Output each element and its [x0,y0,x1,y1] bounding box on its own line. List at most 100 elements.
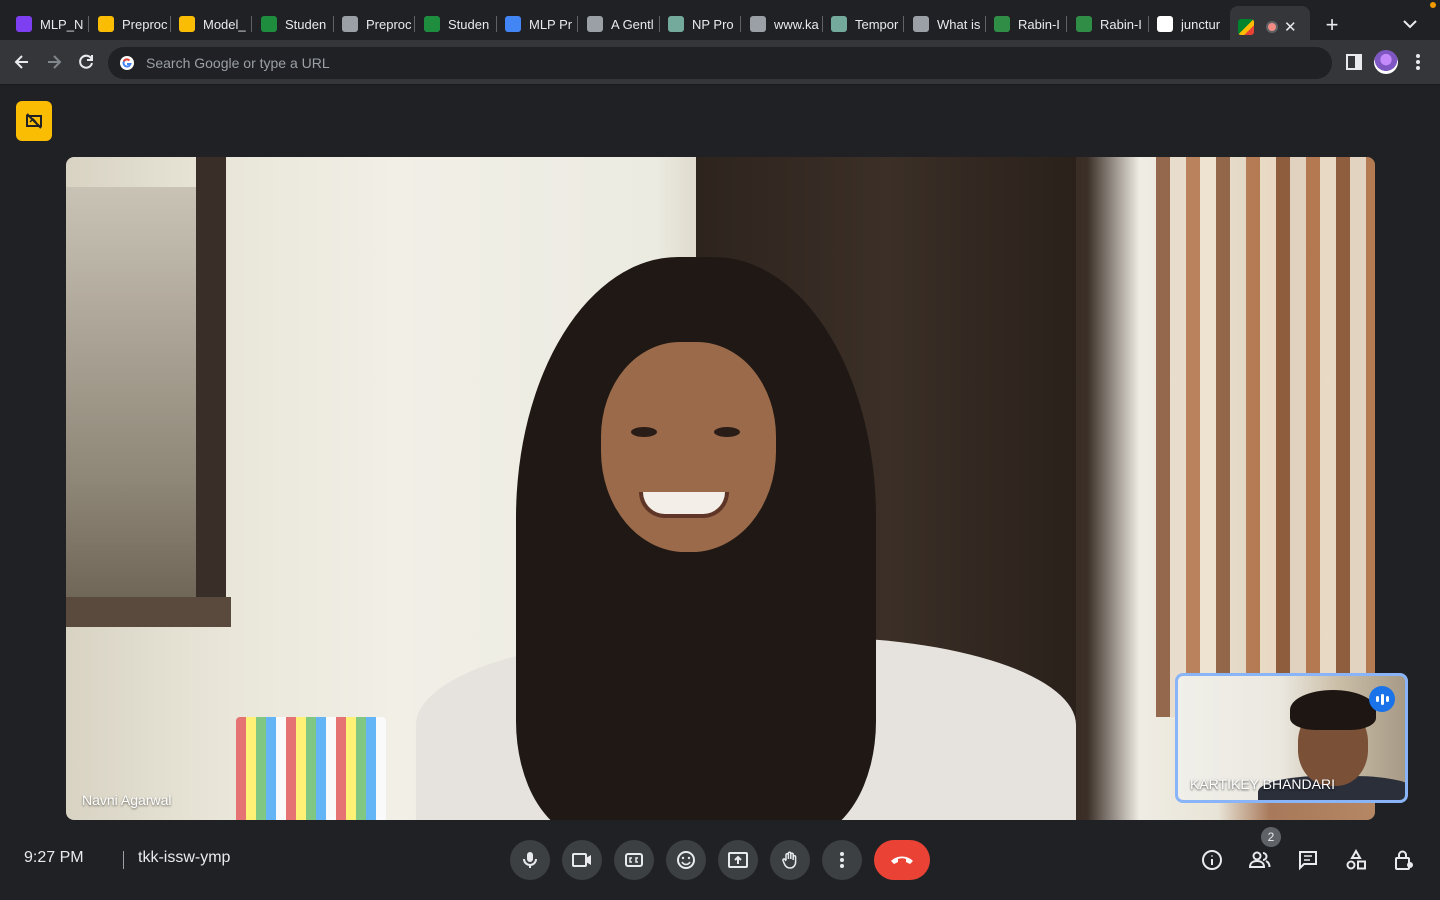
hand-icon [782,851,797,869]
tab-13[interactable]: Rabin-I [986,8,1064,40]
side-panel-icon [1346,54,1362,70]
tab-1[interactable]: MLP_N [8,8,86,40]
gfg-icon [1076,16,1092,32]
visual-effects-warning-button[interactable] [16,101,52,141]
tab-separator [903,16,904,32]
back-button[interactable] [10,50,34,74]
tab-14[interactable]: Rabin-I [1068,8,1146,40]
tab-search-button[interactable] [1398,12,1422,36]
gfg-icon [994,16,1010,32]
closed-captions-icon [625,853,643,867]
tab-5[interactable]: Preproc [334,8,412,40]
forms-icon [16,16,32,32]
update-indicator [1430,2,1436,8]
tab-7[interactable]: MLP Pr [497,8,575,40]
self-participant-name: KARTIKEY BHANDARI [1190,776,1335,792]
lock-person-icon [1395,850,1413,870]
tab-separator [1066,16,1067,32]
chevron-down-icon [1403,20,1417,29]
tab-title: www.ka [774,16,819,32]
tab-title: MLP Pr [529,16,573,32]
chatgpt-icon [831,16,847,32]
meet-call-view: Navni Agarwal KARTIKEY BHANDARI 9:27 PM … [0,85,1440,900]
present-screen-button[interactable] [718,840,758,880]
new-tab-button[interactable]: + [1318,12,1346,40]
side-panel-button[interactable] [1342,50,1366,74]
google-drive-icon [179,16,195,32]
self-view-tile[interactable]: KARTIKEY BHANDARI [1175,673,1408,803]
chat-button[interactable] [1296,848,1320,872]
tab-title: Studen [285,16,327,32]
video-scene-mirror-frame [196,157,226,617]
close-tab-icon[interactable]: ✕ [1284,18,1297,36]
meeting-clock: 9:27 PM [24,849,84,866]
tab-2[interactable]: Preproc [90,8,168,40]
reload-icon [79,54,93,69]
microphone-button[interactable] [510,840,550,880]
info-icon [1202,850,1222,870]
tab-title: junctur [1181,16,1221,32]
captions-button[interactable] [614,840,654,880]
activities-button[interactable] [1344,848,1368,872]
participant-smile [639,492,729,518]
kaggle-icon [750,16,766,32]
network-icon [913,16,929,32]
meeting-code: tkk-issw-ymp [138,849,231,866]
people-icon [1248,851,1271,868]
tab-3[interactable]: Model_ [171,8,249,40]
globe-icon [424,16,440,32]
tab-9[interactable]: NP Pro [660,8,738,40]
emoji-icon [677,851,695,869]
camera-button[interactable] [562,840,602,880]
tab-6[interactable]: Studen [416,8,494,40]
chat-icon [1299,851,1317,871]
participant-count-badge: 2 [1261,827,1281,847]
tab-10[interactable]: www.ka [742,8,820,40]
google-drive-icon [98,16,114,32]
tab-title: Preproc [122,16,168,32]
reactions-button[interactable] [666,840,706,880]
google-icon [120,56,134,70]
tab-title: NP Pro [692,16,734,32]
participant-face [601,342,776,552]
people-button[interactable] [1248,848,1272,872]
video-scene-bag [236,717,386,820]
globe-icon [261,16,277,32]
tab-12[interactable]: What is [905,8,983,40]
video-scene-shelf [66,597,231,627]
video-scene-curtain [1156,157,1375,717]
speaking-indicator-icon [1369,686,1395,712]
omnibox-placeholder: Search Google or type a URL [146,55,330,71]
tab-15[interactable]: junctur [1149,8,1227,40]
browser-menu-button[interactable] [1406,50,1430,74]
tab-4[interactable]: Studen [253,8,331,40]
hang-up-icon [891,856,913,864]
meeting-details-button[interactable] [1200,848,1224,872]
tab-8[interactable]: A Gentl [579,8,657,40]
more-options-button[interactable] [822,840,862,880]
self-hair [1290,690,1376,730]
no-video-effects-icon [26,113,42,129]
tab-separator [88,16,89,32]
kebab-menu-icon [1416,54,1420,70]
forward-button[interactable] [42,50,66,74]
main-participant-name: Navni Agarwal [82,792,172,808]
microphone-icon [523,852,537,868]
tab-separator [740,16,741,32]
shapes-icon [1346,849,1366,870]
recording-icon [1266,21,1278,33]
globe-icon [587,16,603,32]
tab-separator [251,16,252,32]
leave-call-button[interactable] [874,840,930,880]
avatar [1374,50,1398,74]
reload-button[interactable] [74,50,98,74]
participant-eye [631,427,657,437]
divider [123,851,124,869]
tab-11[interactable]: Tempor [823,8,901,40]
profile-button[interactable] [1374,50,1398,74]
raise-hand-button[interactable] [770,840,810,880]
video-camera-icon [572,853,591,867]
omnibox[interactable]: Search Google or type a URL [108,47,1332,79]
participant-eye [714,427,740,437]
host-controls-button[interactable] [1392,848,1416,872]
